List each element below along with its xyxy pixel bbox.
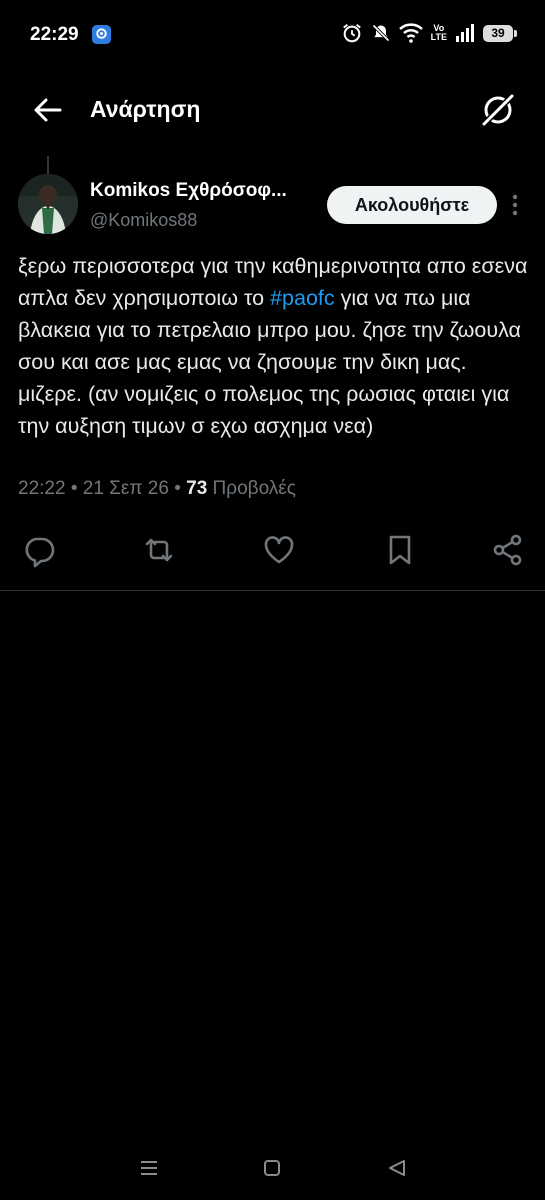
more-options-icon[interactable] (506, 192, 524, 218)
arrow-left-icon[interactable] (30, 94, 66, 126)
repost-icon[interactable] (141, 532, 177, 568)
post-meta: 22:22 • 21 Σεπ 26 • 73 Προβολές (18, 478, 296, 500)
bookmark-icon[interactable] (382, 532, 418, 568)
views-count: 73 (186, 478, 208, 499)
meta-separator: • (168, 478, 187, 499)
meta-separator: • (65, 478, 83, 499)
post-time: 22:22 (18, 478, 66, 499)
views-label: Προβολές (207, 478, 296, 499)
back-icon[interactable] (383, 1154, 411, 1182)
battery-icon: 39 (483, 24, 517, 42)
top-app-bar: Ανάρτηση (0, 78, 545, 142)
home-icon[interactable] (258, 1154, 286, 1182)
page-title: Ανάρτηση (90, 96, 201, 122)
hashtag-link[interactable]: #paofc (270, 286, 335, 310)
status-time: 22:29 (30, 24, 79, 45)
wifi-icon (398, 23, 423, 43)
grok-icon[interactable] (478, 90, 518, 130)
location-shield-icon (92, 25, 111, 44)
author-name[interactable]: Komikos Εχθρόσοφ... (90, 180, 322, 202)
status-bar: 22:29 Vo LTE 39 (0, 0, 545, 70)
author-handle[interactable]: @Komikos88 (90, 210, 197, 231)
reply-icon[interactable] (21, 532, 57, 568)
avatar-image (18, 174, 78, 234)
share-icon[interactable] (490, 532, 526, 568)
post-text: ξερω περισσοτερα για την καθημερινοτητα … (18, 250, 530, 442)
volte-bottom: LTE (430, 32, 447, 42)
menu-icon[interactable] (135, 1154, 163, 1182)
post-date: 21 Σεπ 26 (82, 478, 169, 499)
divider (0, 590, 545, 591)
system-nav-bar (0, 1140, 545, 1200)
thread-line (47, 156, 49, 174)
volte-indicator: Vo LTE (431, 24, 447, 42)
follow-button[interactable]: Ακολουθήστε (327, 186, 497, 224)
mute-icon (371, 24, 390, 42)
like-icon[interactable] (261, 532, 297, 568)
post-actions (0, 528, 545, 572)
signal-icon (456, 24, 474, 42)
status-icons: Vo LTE 39 (341, 22, 517, 44)
avatar[interactable] (18, 174, 78, 234)
alarm-icon (342, 23, 361, 43)
